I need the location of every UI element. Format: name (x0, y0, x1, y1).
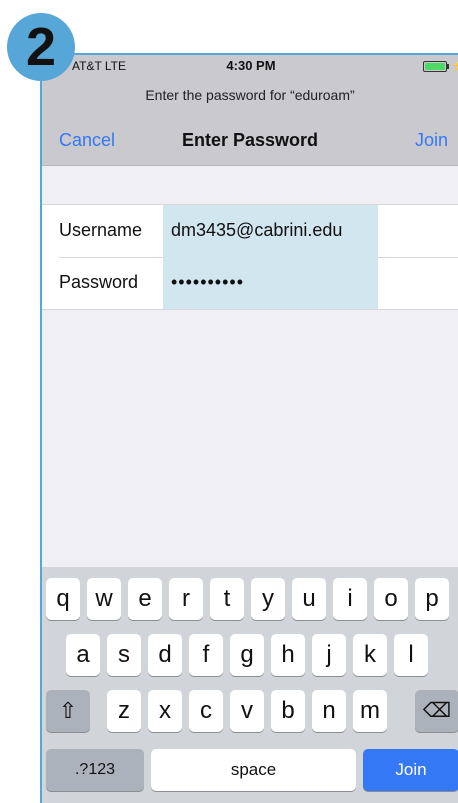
key-e[interactable]: e (128, 578, 162, 620)
join-button[interactable]: Join (415, 130, 448, 151)
password-row[interactable]: Password •••••••••• (42, 257, 458, 309)
key-d[interactable]: d (148, 634, 182, 676)
keyboard-join-key[interactable]: Join (363, 749, 458, 791)
prompt-bar: Enter the password for “eduroam” (42, 79, 458, 117)
password-value: •••••••••• (171, 272, 245, 292)
username-row[interactable]: Username dm3435@cabrini.edu (42, 205, 458, 258)
key-l[interactable]: l (394, 634, 428, 676)
key-f[interactable]: f (189, 634, 223, 676)
key-a[interactable]: a (66, 634, 100, 676)
username-field[interactable]: dm3435@cabrini.edu (163, 205, 378, 257)
key-i[interactable]: i (333, 578, 367, 620)
key-x[interactable]: x (148, 690, 182, 732)
key-t[interactable]: t (210, 578, 244, 620)
numbers-mode-key[interactable]: .?123 (46, 749, 144, 791)
key-p[interactable]: p (415, 578, 449, 620)
key-c[interactable]: c (189, 690, 223, 732)
battery-icon (423, 61, 447, 72)
key-z[interactable]: z (107, 690, 141, 732)
network-prompt: Enter the password for “eduroam” (145, 87, 355, 103)
charging-icon: ⚡ (451, 58, 458, 72)
key-n[interactable]: n (312, 690, 346, 732)
shift-key-icon[interactable]: ⇧ (46, 690, 90, 732)
status-time: 4:30 PM (226, 58, 276, 73)
username-value: dm3435@cabrini.edu (171, 220, 343, 240)
keyboard: q w e r t y u i o p a s d f g h j k l ⇧ … (42, 567, 458, 803)
key-k[interactable]: k (353, 634, 387, 676)
username-label: Username (59, 220, 143, 240)
key-s[interactable]: s (107, 634, 141, 676)
key-j[interactable]: j (312, 634, 346, 676)
key-g[interactable]: g (230, 634, 264, 676)
key-b[interactable]: b (271, 690, 305, 732)
status-bar: AT&T LTE 4:30 PM ⚡ (42, 55, 458, 79)
key-r[interactable]: r (169, 578, 203, 620)
key-q[interactable]: q (46, 578, 80, 620)
password-field[interactable]: •••••••••• (163, 257, 378, 309)
step-badge: 2 (7, 13, 75, 81)
password-label: Password (59, 272, 139, 292)
battery-level (425, 63, 445, 70)
key-o[interactable]: o (374, 578, 408, 620)
credentials-form: Username dm3435@cabrini.edu Password •••… (42, 204, 458, 310)
space-key[interactable]: space (151, 749, 356, 791)
key-w[interactable]: w (87, 578, 121, 620)
phone-screen: AT&T LTE 4:30 PM ⚡ Enter the password fo… (40, 53, 458, 803)
key-u[interactable]: u (292, 578, 326, 620)
key-m[interactable]: m (353, 690, 387, 732)
key-v[interactable]: v (230, 690, 264, 732)
key-h[interactable]: h (271, 634, 305, 676)
cancel-button[interactable]: Cancel (59, 130, 115, 151)
key-y[interactable]: y (251, 578, 285, 620)
battery-tip (447, 64, 449, 69)
backspace-key-icon[interactable]: ⌫ (415, 690, 458, 732)
step-number: 2 (25, 17, 57, 77)
nav-bar: Cancel Enter Password Join (42, 117, 458, 166)
